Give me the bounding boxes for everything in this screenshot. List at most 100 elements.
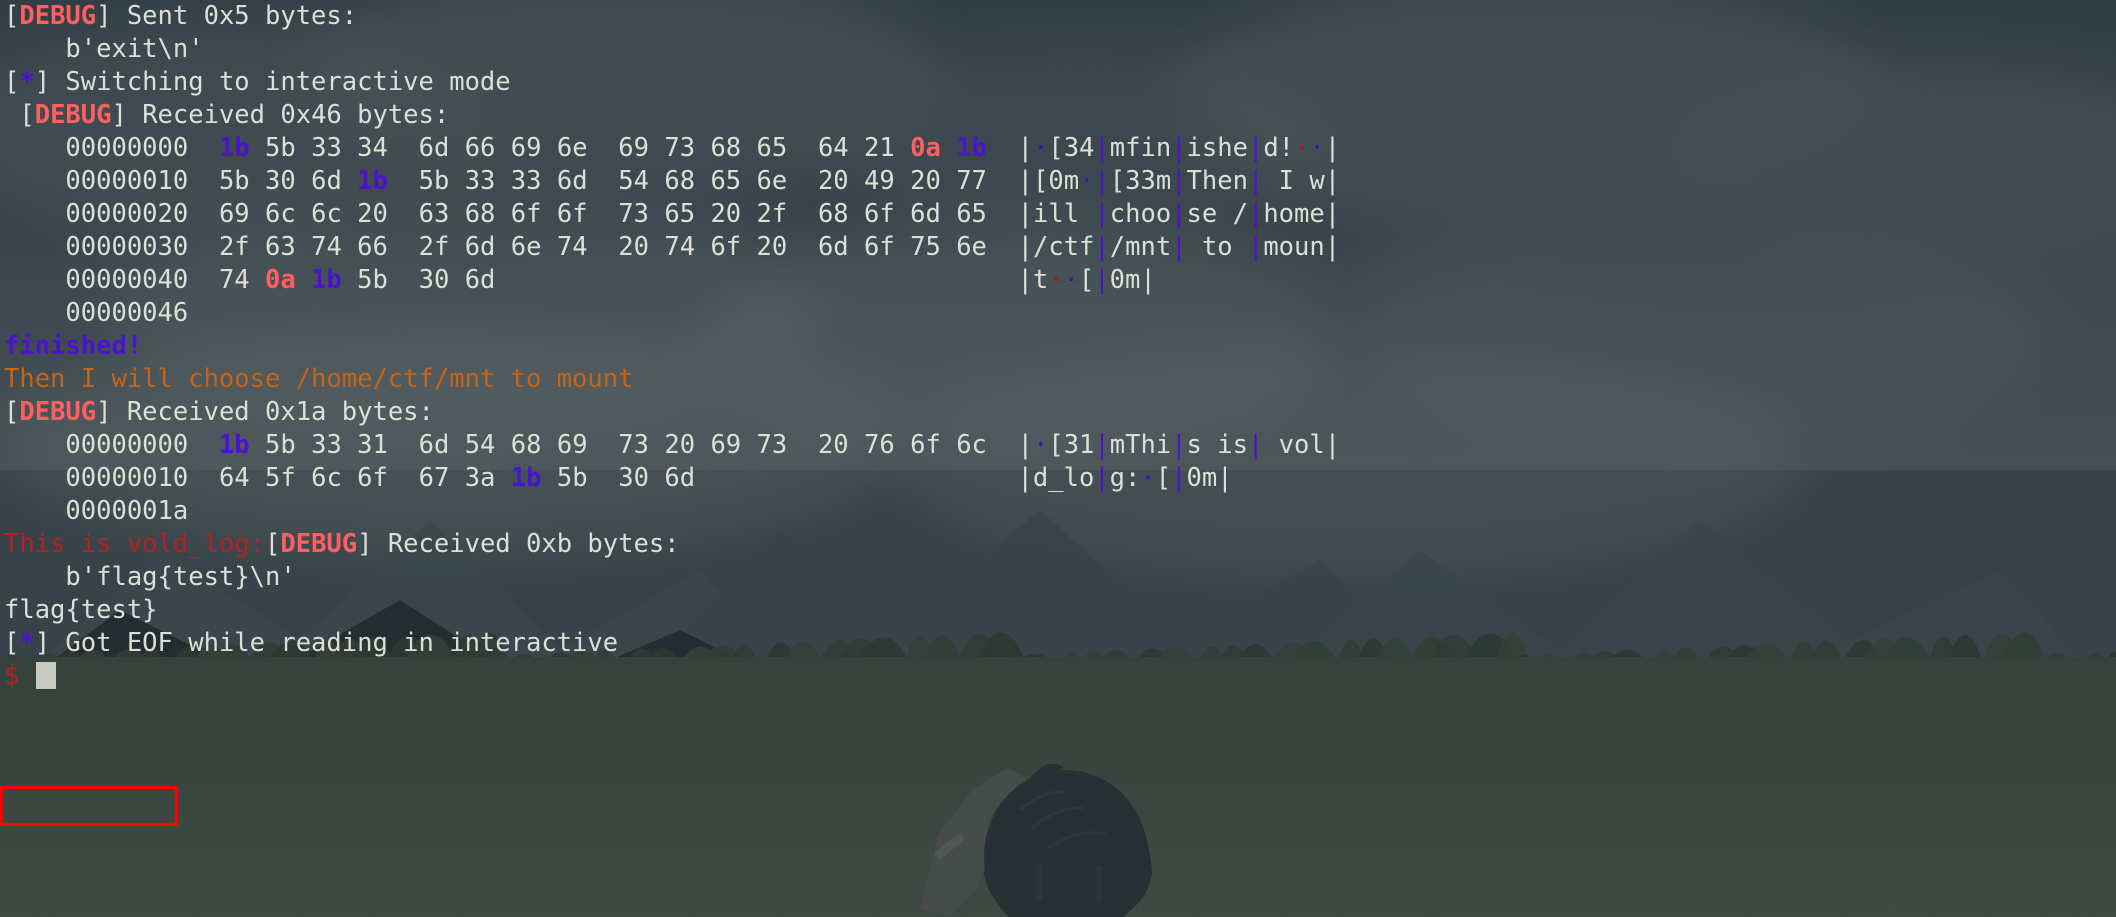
sp	[603, 430, 618, 460]
sp	[741, 232, 756, 262]
sp	[649, 199, 664, 229]
sp	[250, 166, 265, 196]
hexdump-panel-bar: |	[1171, 463, 1187, 493]
sp	[296, 430, 311, 460]
hexdump-ascii: [	[1155, 463, 1172, 493]
hexdump-byte: 63	[265, 232, 296, 262]
hexdump-panel-bar: |	[1324, 199, 1341, 229]
hexdump-panel-bar: |	[1140, 265, 1156, 295]
sp	[741, 199, 756, 229]
sp	[403, 430, 418, 460]
hexdump-byte: 68	[710, 133, 742, 163]
hexdump-panel-bar: |	[1094, 232, 1110, 262]
hexdump-panel-bar: |	[1017, 166, 1033, 196]
hexdump-byte: 20	[817, 430, 849, 460]
text-segment: *	[19, 67, 35, 97]
hexdump-byte: 68	[464, 199, 496, 229]
sp	[342, 265, 357, 295]
text-segment: ] Received 0x46 bytes:	[111, 100, 450, 130]
sp	[388, 232, 403, 262]
hexdump-byte: 68	[817, 199, 849, 229]
sp	[941, 133, 956, 163]
hexdump-panel-bar: |	[1094, 199, 1110, 229]
sp	[541, 430, 556, 460]
sp	[941, 166, 956, 196]
hexdump-byte: 5b	[418, 166, 450, 196]
hexdump-byte: 20	[357, 199, 388, 229]
sp	[787, 166, 802, 196]
hexdump-byte: 30	[265, 166, 296, 196]
hexdump-byte: 33	[510, 166, 542, 196]
hexdump-panel-bar: |	[1017, 232, 1033, 262]
terminal-line: [DEBUG] Received 0x1a bytes:	[0, 396, 2116, 429]
terminal-output[interactable]: [DEBUG] Sent 0x5 bytes: b'exit\n' [*] Swi…	[0, 0, 2116, 917]
sp	[511, 265, 557, 295]
sp	[649, 166, 664, 196]
sp	[388, 430, 403, 460]
hexdump-byte: 68	[510, 430, 542, 460]
hexdump-byte: 6f	[510, 199, 542, 229]
hexdump-byte: 20	[664, 430, 696, 460]
sp	[495, 463, 510, 493]
hexdump-byte: 75	[910, 232, 941, 262]
hexdump-panel-bar: |	[1017, 199, 1033, 229]
hexdump-byte: 74	[556, 232, 588, 262]
sp	[388, 133, 403, 163]
hexdump-byte: 73	[756, 430, 788, 460]
hexdump-byte: 5b	[357, 265, 388, 295]
sp	[250, 199, 265, 229]
sp	[1002, 133, 1017, 163]
hexdump-ascii: [33m	[1109, 166, 1172, 196]
terminal-line: [*] Switching to interactive mode	[0, 66, 2116, 99]
hexdump-byte: 66	[464, 133, 496, 163]
sp	[1002, 232, 1017, 262]
hexdump-byte: 1b	[357, 166, 388, 196]
hexdump-byte: 66	[357, 232, 388, 262]
sp	[987, 199, 1002, 229]
hexdump-byte: 3a	[464, 463, 496, 493]
hexdump-panel-bar: |	[1094, 166, 1110, 196]
text-segment: [	[265, 529, 281, 559]
sp	[1002, 430, 1017, 460]
sp	[403, 133, 418, 163]
text-segment: This is vold_log:	[4, 529, 265, 559]
sp	[250, 133, 265, 163]
hexdump-ascii: ·	[1032, 430, 1049, 460]
sp	[296, 133, 311, 163]
hexdump-byte: 6d	[664, 463, 696, 493]
sp	[818, 265, 864, 295]
sp	[495, 133, 510, 163]
hexdump-ascii: [0m	[1032, 166, 1080, 196]
hexdump-byte: 6e	[510, 232, 542, 262]
sp	[987, 430, 1002, 460]
sp	[649, 430, 664, 460]
terminal-cursor[interactable]	[35, 662, 56, 689]
hexdump-ascii: ·	[1032, 133, 1049, 163]
sp	[588, 166, 603, 196]
hexdump-panel-bar: |	[1171, 133, 1187, 163]
terminal-line: 00000000 1b 5b 33 34 6d 66 69 6e 69 73 6…	[0, 132, 2116, 165]
sp	[296, 265, 311, 295]
sp	[296, 199, 311, 229]
text-segment: Then I will choose /home/ctf/mnt to moun…	[4, 364, 634, 394]
hexdump-byte: 33	[311, 133, 342, 163]
hexdump-byte: 5b	[556, 463, 588, 493]
sp	[956, 463, 1002, 493]
hexdump-byte: 74	[664, 232, 696, 262]
hexdump-byte: 6c	[311, 199, 342, 229]
hexdump-byte: 6f	[910, 430, 941, 460]
sp	[741, 430, 756, 460]
sp	[388, 265, 403, 295]
sp	[603, 463, 618, 493]
sp	[296, 463, 311, 493]
hexdump-ascii: t	[1032, 265, 1049, 295]
hexdump-byte: 69	[556, 430, 588, 460]
hexdump-offset: 00000030	[4, 232, 219, 262]
sp	[649, 133, 664, 163]
hexdump-byte: 1b	[956, 133, 987, 163]
terminal-line: This is vold_log:[DEBUG] Received 0xb by…	[0, 528, 2116, 561]
hexdump-byte: 5b	[265, 430, 296, 460]
hexdump-ascii: ·	[1048, 265, 1064, 295]
sp	[695, 430, 710, 460]
hexdump-offset: 00000040	[4, 265, 219, 295]
